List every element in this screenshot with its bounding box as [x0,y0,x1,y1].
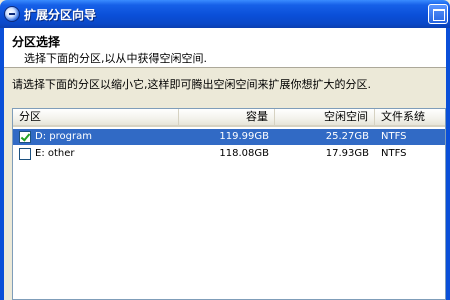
expand-partition-wizard-window: 扩展分区向导 分区选择 选择下面的分区,以从中获得空闲空间. 请选择下面的分区以… [0,0,450,300]
partition-free-space: 25.27GB [325,131,369,142]
table-row-partition-d[interactable]: D: program 119.99GB 25.27GB NTFS [13,129,445,145]
partition-capacity: 118.08GB [219,148,269,159]
list-header: 分区 容量 空闲空间 文件系统 [13,109,445,127]
partition-name: D: program [35,131,92,142]
title-bar[interactable]: 扩展分区向导 [0,0,450,28]
partition-list[interactable]: 分区 容量 空闲空间 文件系统 D: program 119.99GB 25.2… [12,108,446,300]
restore-button[interactable] [428,4,448,24]
window-frame-left [0,28,4,300]
instruction-text: 请选择下面的分区以缩小它,这样即可腾出空闲空间来扩展你想扩大的分区. [12,78,371,91]
wizard-header: 分区选择 选择下面的分区,以从中获得空闲空间. [4,28,446,68]
column-header-file-system[interactable]: 文件系统 [375,109,445,125]
partition-name: E: other [35,148,75,159]
partition-file-system: NTFS [381,148,407,159]
column-header-partition[interactable]: 分区 [13,109,179,125]
partition-file-system: NTFS [381,131,407,142]
column-header-capacity[interactable]: 容量 [179,109,275,125]
window-title: 扩展分区向导 [24,8,97,22]
partition-wizard-icon [4,6,20,22]
page-title: 分区选择 [12,35,61,49]
column-header-free-space[interactable]: 空闲空间 [275,109,375,125]
partition-free-space: 17.93GB [325,148,369,159]
table-row-partition-e[interactable]: E: other 118.08GB 17.93GB NTFS [13,146,445,162]
window-frame-right [446,28,450,300]
partition-capacity: 119.99GB [219,131,269,142]
page-subtitle: 选择下面的分区,以从中获得空闲空间. [24,52,207,65]
